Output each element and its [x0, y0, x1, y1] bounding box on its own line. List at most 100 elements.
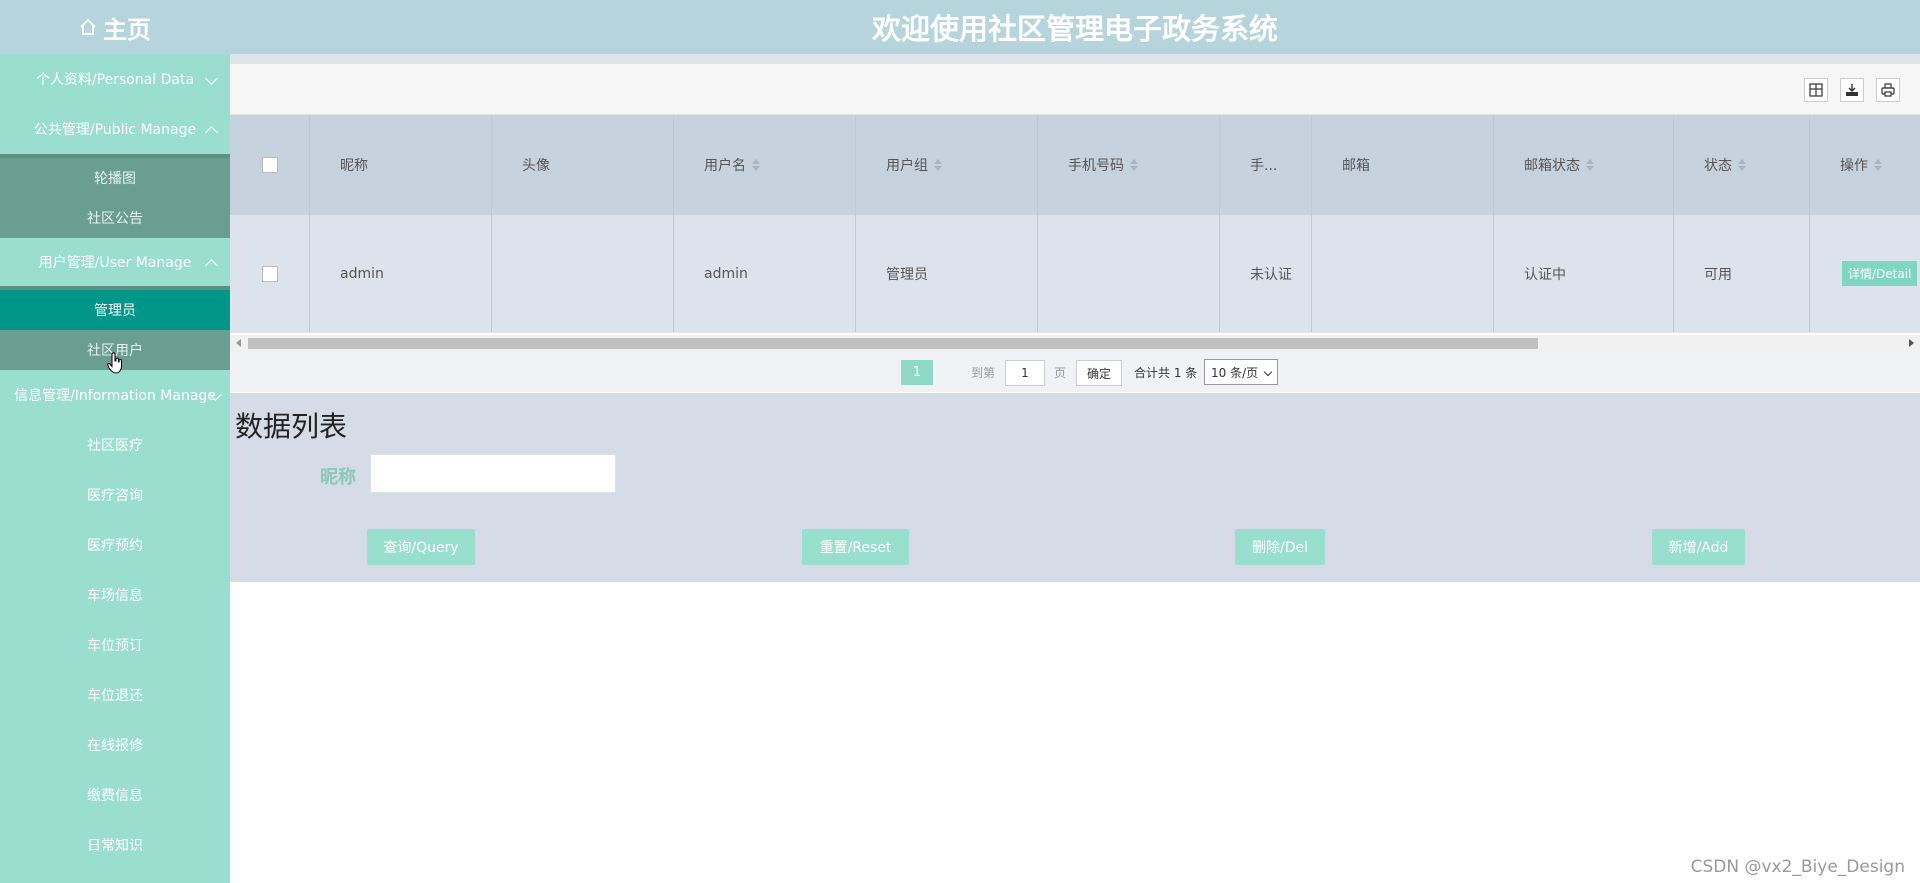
- sidebar-group-label: 用户管理/User Manage: [38, 255, 192, 271]
- goto-label: 到第: [971, 366, 996, 380]
- cell-nickname: admin: [310, 215, 492, 332]
- cell-phone: [1038, 215, 1220, 332]
- page-size-select[interactable]: 10 条/页: [1204, 359, 1278, 385]
- site-title: 欢迎使用社区管理电子政务系统: [871, 12, 1278, 46]
- cell-email-status: 认证中: [1494, 215, 1674, 332]
- sidebar-item-carousel[interactable]: 轮播图: [0, 158, 230, 198]
- print-button[interactable]: [1876, 78, 1900, 102]
- detail-button[interactable]: 详情/Detail: [1842, 261, 1918, 286]
- sidebar-group-label: 公共管理/Public Manage: [33, 122, 197, 138]
- column-header-label: 用户组: [886, 158, 928, 174]
- column-header[interactable]: 邮箱: [1312, 115, 1494, 215]
- pagination: 1 到第 1 页 确定 合计共 1 条 10 条/页: [230, 352, 1920, 392]
- column-header[interactable]: 手...: [1220, 115, 1312, 215]
- sidebar-item-admin[interactable]: 管理员: [0, 290, 230, 330]
- sidebar-group-public[interactable]: 公共管理/Public Manage: [0, 104, 230, 154]
- sidebar-item-knowledge[interactable]: 日常知识: [0, 820, 230, 870]
- sidebar-item-payment[interactable]: 缴费信息: [0, 770, 230, 820]
- chevron-down-icon: [1263, 367, 1273, 377]
- total-count: 合计共 1 条: [1134, 366, 1198, 380]
- sidebar-group-information[interactable]: 信息管理/Information Manage: [0, 370, 230, 420]
- home-link[interactable]: 主页: [0, 0, 230, 54]
- home-icon: [80, 18, 96, 35]
- sidebar-item-parking-reserve[interactable]: 车位预订: [0, 620, 230, 670]
- select-all-checkbox[interactable]: [262, 157, 278, 173]
- cell-phone-status: 未认证: [1220, 215, 1312, 332]
- watermark: CSDN @vx2_Biye_Design: [1690, 857, 1905, 877]
- sidebar-item-repair[interactable]: 在线报修: [0, 720, 230, 770]
- section-title: 数据列表: [235, 410, 348, 443]
- column-header-label: 昵称: [340, 158, 368, 174]
- table-row[interactable]: admin admin 管理员 未认证 认证中 可用 详情/Detail: [230, 215, 1920, 332]
- page-confirm-button[interactable]: 确定: [1076, 360, 1122, 386]
- column-header[interactable]: 邮箱状态: [1494, 115, 1674, 215]
- cell-status: 可用: [1674, 215, 1810, 332]
- column-header[interactable]: 手机号码: [1038, 115, 1220, 215]
- nickname-label: 昵称: [320, 467, 356, 488]
- column-header-label: 操作: [1840, 158, 1868, 174]
- sidebar-group-user[interactable]: 用户管理/User Manage: [0, 238, 230, 286]
- top-header: 主页 欢迎使用社区管理电子政务系统: [0, 0, 1920, 54]
- main-top-strip: [230, 54, 1920, 64]
- query-button[interactable]: 查询/Query: [367, 529, 475, 565]
- sidebar-item-parking-info[interactable]: 车场信息: [0, 570, 230, 620]
- column-header-label: 用户名: [704, 158, 746, 174]
- column-header-label: 手机号码: [1068, 158, 1124, 174]
- sidebar-item-notice[interactable]: 社区公告: [0, 198, 230, 238]
- row-checkbox[interactable]: [262, 265, 278, 282]
- sidebar-item-medical-consult[interactable]: 医疗咨询: [0, 470, 230, 520]
- column-header-label: 头像: [522, 158, 550, 174]
- column-header-label: 手...: [1250, 158, 1278, 174]
- reset-button[interactable]: 重置/Reset: [802, 529, 909, 565]
- page-number-input[interactable]: 1: [1005, 360, 1045, 386]
- chevron-down-icon: [205, 72, 218, 85]
- page-unit-label: 页: [1054, 366, 1067, 380]
- sidebar: 个人资料/Personal Data 公共管理/Public Manage 轮播…: [0, 54, 230, 883]
- column-header-label: 邮箱状态: [1524, 158, 1580, 174]
- hand-cursor-icon: [107, 352, 122, 374]
- columns-button[interactable]: [1804, 78, 1828, 102]
- column-header[interactable]: 用户组: [856, 115, 1038, 215]
- columns-icon: [1809, 83, 1823, 97]
- chevron-up-icon: [205, 126, 218, 139]
- table-toolbar: [230, 64, 1920, 115]
- column-header-label: 状态: [1704, 158, 1732, 174]
- cell-email: [1312, 215, 1494, 332]
- sidebar-item-parking-return[interactable]: 车位退还: [0, 670, 230, 720]
- sidebar-item-medical[interactable]: 社区医疗: [0, 420, 230, 470]
- export-button[interactable]: [1840, 78, 1864, 102]
- row-select-cell: [230, 215, 310, 332]
- submenu-public: 轮播图 社区公告: [0, 154, 230, 238]
- column-header[interactable]: 头像: [492, 115, 674, 215]
- search-panel: 数据列表 昵称 查询/Query 重置/Reset 删除/Del 新增/Add: [230, 393, 1920, 582]
- header-select-all-cell: [230, 115, 310, 215]
- sidebar-group-personal[interactable]: 个人资料/Personal Data: [0, 54, 230, 104]
- cell-avatar: [492, 215, 674, 332]
- sidebar-item-medical-booking[interactable]: 医疗预约: [0, 520, 230, 570]
- add-button[interactable]: 新增/Add: [1652, 529, 1745, 565]
- print-icon: [1881, 83, 1895, 97]
- table-header: 昵称 头像 用户名 用户组 手机号码 手... 邮箱 邮箱状态 状态 操作: [230, 115, 1920, 215]
- horizontal-scrollbar[interactable]: [230, 335, 1920, 352]
- home-label[interactable]: 主页: [103, 10, 151, 45]
- column-header-label: 邮箱: [1342, 158, 1370, 174]
- cell-actions: 详情/Detail: [1810, 215, 1920, 332]
- column-header[interactable]: 操作: [1810, 115, 1920, 215]
- chevron-up-icon: [205, 259, 218, 272]
- cell-username: admin: [674, 215, 856, 332]
- nickname-search-input[interactable]: [370, 454, 616, 493]
- page-size-value: 10 条/页: [1211, 365, 1259, 380]
- scrollbar-thumb[interactable]: [248, 338, 1538, 349]
- column-header[interactable]: 用户名: [674, 115, 856, 215]
- scroll-left-icon[interactable]: [236, 339, 241, 347]
- cell-group: 管理员: [856, 215, 1038, 332]
- column-header[interactable]: 状态: [1674, 115, 1810, 215]
- column-header[interactable]: 昵称: [310, 115, 492, 215]
- export-icon: [1846, 84, 1858, 96]
- sidebar-group-label: 信息管理/Information Manage: [14, 388, 216, 404]
- sidebar-group-label: 个人资料/Personal Data: [35, 72, 195, 88]
- delete-button[interactable]: 删除/Del: [1235, 529, 1325, 565]
- data-table: 昵称 头像 用户名 用户组 手机号码 手... 邮箱 邮箱状态 状态 操作 ad…: [230, 115, 1920, 333]
- page-current[interactable]: 1: [901, 360, 933, 385]
- scroll-right-icon[interactable]: [1909, 339, 1914, 347]
